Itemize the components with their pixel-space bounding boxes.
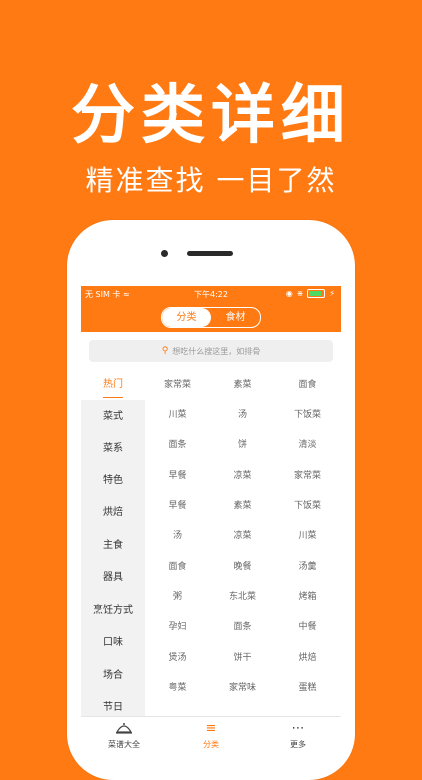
tag-item[interactable]: 汤羹 (275, 552, 340, 582)
cloche-icon (81, 721, 167, 737)
tag-item[interactable]: 饼 (210, 430, 275, 460)
tag-item[interactable]: 素菜 (210, 370, 275, 400)
charging-icon: ⚡ (329, 289, 335, 298)
sidebar-item-cooking-method[interactable]: 烹饪方式 (81, 596, 145, 626)
tag-item[interactable]: 孕妇 (145, 612, 210, 642)
status-bar: 无 SIM 卡 ≈ 下午4:22 ◉ ⋇ ⚡ (81, 286, 341, 302)
tag-item[interactable]: 烤箱 (275, 582, 340, 612)
tag-item[interactable]: 中餐 (275, 612, 340, 642)
tag-item[interactable]: 蛋糕 (275, 673, 340, 703)
tag-item[interactable]: 面条 (210, 612, 275, 642)
tab-label: 菜谱大全 (108, 740, 140, 749)
category-sidebar: 热门 菜式 菜系 特色 烘焙 主食 器具 烹饪方式 口味 场合 节日 (81, 370, 145, 720)
speaker-icon (187, 251, 233, 256)
tag-item[interactable]: 烘焙 (275, 643, 340, 673)
tag-item[interactable]: 下饭菜 (275, 491, 340, 521)
battery-icon (307, 289, 326, 298)
promo-subtitle: 精准查找 一目了然 (85, 164, 337, 197)
tab-label: 更多 (290, 740, 306, 749)
tag-item[interactable]: 早餐 (145, 491, 210, 521)
tag-item[interactable]: 饼干 (210, 643, 275, 673)
sidebar-item-utensil[interactable]: 器具 (81, 563, 145, 593)
sidebar-item-special[interactable]: 特色 (81, 466, 145, 496)
tag-item[interactable]: 汤 (210, 400, 275, 430)
tag-item[interactable]: 粤菜 (145, 673, 210, 703)
phone-frame: 无 SIM 卡 ≈ 下午4:22 ◉ ⋇ ⚡ 分类 食材 ⚲ 想吃什么搜这里，如… (67, 220, 355, 780)
search-input[interactable]: ⚲ 想吃什么搜这里，如排骨 (89, 340, 333, 362)
list-icon: ≡ (205, 721, 217, 736)
sidebar-item-occasion[interactable]: 场合 (81, 661, 145, 691)
tab-category[interactable]: ≡ 分类 (168, 721, 254, 750)
tag-grid: 家常菜 素菜 面食 川菜 汤 下饭菜 面条 饼 清淡 早餐 凉菜 家常菜 早餐 … (145, 370, 341, 720)
segment-tab-category[interactable]: 分类 (162, 308, 211, 327)
tag-item[interactable]: 家常菜 (145, 370, 210, 400)
tag-item[interactable]: 面条 (145, 430, 210, 460)
tag-item[interactable]: 家常菜 (275, 461, 340, 491)
tag-item[interactable]: 煲汤 (145, 643, 210, 673)
tag-item[interactable]: 清淡 (275, 430, 340, 460)
tag-item[interactable]: 面食 (145, 552, 210, 582)
camera-icon (161, 250, 168, 257)
sidebar-item-taste[interactable]: 口味 (81, 628, 145, 658)
active-underline (103, 397, 123, 398)
cloche-icon-svg (115, 723, 133, 734)
tag-item[interactable]: 川菜 (145, 400, 210, 430)
tag-item[interactable]: 东北菜 (210, 582, 275, 612)
tag-item[interactable]: 面食 (275, 370, 340, 400)
tag-item[interactable]: 早餐 (145, 461, 210, 491)
sidebar-item-cuisine[interactable]: 菜系 (81, 434, 145, 464)
lock-rotation-icon: ◉ (285, 289, 293, 298)
bluetooth-icon: ⋇ (296, 289, 304, 298)
search-area: ⚲ 想吃什么搜这里，如排骨 (81, 332, 341, 371)
segment-tab-ingredient[interactable]: 食材 (211, 308, 260, 327)
tab-more[interactable]: ⋯ 更多 (255, 721, 341, 750)
tag-item[interactable]: 凉菜 (210, 461, 275, 491)
tab-bar: 菜谱大全 ≡ 分类 ⋯ 更多 (81, 716, 341, 766)
tab-recipes[interactable]: 菜谱大全 (81, 721, 167, 750)
tag-item[interactable]: 素菜 (210, 491, 275, 521)
segment-control: 分类 食材 (161, 307, 261, 328)
tag-item[interactable]: 凉菜 (210, 521, 275, 551)
nav-bar: 分类 食材 (81, 302, 341, 332)
app-screen: 无 SIM 卡 ≈ 下午4:22 ◉ ⋇ ⚡ 分类 食材 ⚲ 想吃什么搜这里，如… (81, 286, 341, 766)
sidebar-item-staple[interactable]: 主食 (81, 531, 145, 561)
status-icons: ◉ ⋇ ⚡ (286, 289, 335, 298)
tag-item[interactable]: 粥 (145, 582, 210, 612)
sidebar-item-label: 热门 (103, 379, 123, 390)
tag-item[interactable]: 下饭菜 (275, 400, 340, 430)
tag-item[interactable]: 家常味 (210, 673, 275, 703)
tag-item[interactable]: 晚餐 (210, 552, 275, 582)
more-icon: ⋯ (291, 721, 305, 736)
search-placeholder: 想吃什么搜这里，如排骨 (172, 346, 261, 356)
sidebar-item-hot[interactable]: 热门 (81, 370, 145, 400)
sidebar-item-dish-style[interactable]: 菜式 (81, 402, 145, 432)
tag-item[interactable]: 汤 (145, 521, 210, 551)
tag-item[interactable]: 川菜 (275, 521, 340, 551)
tab-label: 分类 (203, 740, 219, 749)
promo-title: 分类详细 (71, 79, 351, 153)
sidebar-item-baking[interactable]: 烘焙 (81, 498, 145, 528)
search-icon: ⚲ (161, 346, 169, 356)
